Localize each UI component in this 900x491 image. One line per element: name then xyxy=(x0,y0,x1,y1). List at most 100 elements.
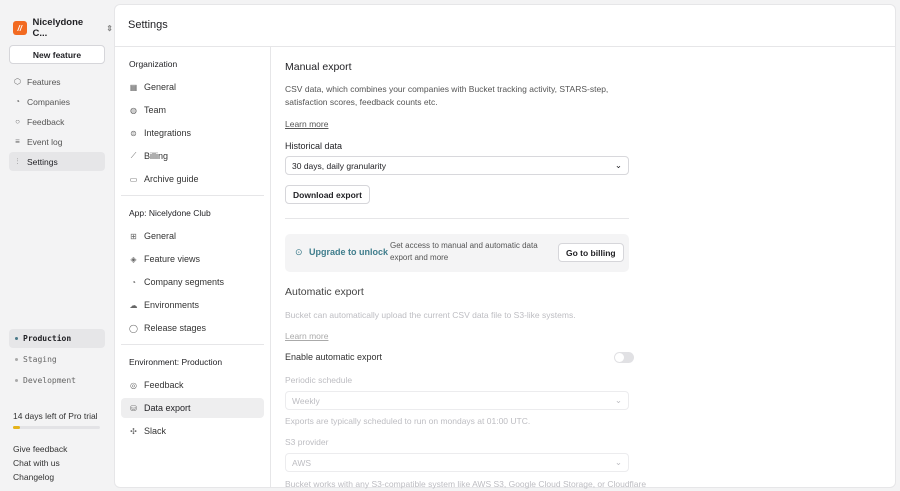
download-export-button[interactable]: Download export xyxy=(285,185,370,204)
upgrade-title: Upgrade to unlock xyxy=(309,247,389,257)
label: Billing xyxy=(144,151,169,161)
chevron-updown-icon: ⇕ xyxy=(106,23,113,33)
label: Integrations xyxy=(144,128,192,138)
automatic-export-desc: Bucket can automatically upload the curr… xyxy=(285,310,576,320)
settings-archive-guide[interactable]: ▭ Archive guide xyxy=(121,169,264,189)
pie-icon: ◔ xyxy=(131,277,136,287)
nav-companies[interactable]: ◔ Companies xyxy=(9,92,105,111)
settings-environments[interactable]: ☁ Environments xyxy=(121,295,264,315)
manual-learn-more-link[interactable]: Learn more xyxy=(285,119,328,129)
sliders-icon: ⫶ xyxy=(16,156,19,166)
settings-company-segments[interactable]: ◔ Company segments xyxy=(121,272,264,292)
settings-slack[interactable]: ✣ Slack xyxy=(121,421,264,441)
label: Feedback xyxy=(144,380,184,390)
nav-label: Features xyxy=(27,76,61,87)
sidebar: // Nicelydone C... ⇕ New feature ⬡ Features… xyxy=(0,0,113,484)
trial-text: 14 days left of Pro trial xyxy=(13,411,98,421)
settings-release-stages[interactable]: ◯ Release stages xyxy=(121,318,264,338)
settings-feedback[interactable]: ◎ Feedback xyxy=(121,375,264,395)
label: General xyxy=(144,231,177,241)
select-value: 30 days, daily granularity xyxy=(292,160,387,171)
env-dot xyxy=(15,379,18,382)
divider xyxy=(121,195,264,196)
label: General xyxy=(144,82,177,92)
pie-icon: ◔ xyxy=(15,97,20,106)
chart-icon: ⟋ xyxy=(130,151,137,160)
go-to-billing-button[interactable]: Go to billing xyxy=(558,243,624,262)
give-feedback-link[interactable]: Give feedback xyxy=(13,442,67,456)
env-staging[interactable]: Staging xyxy=(9,350,105,369)
schedule-label: Periodic schedule xyxy=(285,375,353,385)
plug-icon: ⊜ xyxy=(130,128,137,138)
env-label: Staging xyxy=(23,355,57,364)
manual-export-desc: CSV data, which combines your companies … xyxy=(285,84,609,107)
nav-label: Event log xyxy=(27,136,63,147)
chevron-down-icon: ⌄ xyxy=(614,160,622,170)
nav-event-log[interactable]: ≡ Event log xyxy=(9,132,105,151)
new-feature-button[interactable]: New feature xyxy=(9,45,105,64)
radio-icon: ◎ xyxy=(130,380,137,390)
env-production[interactable]: Production xyxy=(9,329,105,348)
provider-label: S3 provider xyxy=(285,437,329,447)
slack-icon: ✣ xyxy=(130,426,137,436)
env-development[interactable]: Development xyxy=(9,371,105,390)
package-icon: ⬡ xyxy=(14,77,21,86)
app-heading: App: Nicelydone Club xyxy=(129,208,211,218)
settings-org-general[interactable]: ▦ General xyxy=(121,77,264,97)
provider-select[interactable]: AWS ⌄ xyxy=(285,453,629,472)
nav-label: Settings xyxy=(27,156,58,167)
upgrade-desc: Get access to manual and automatic data … xyxy=(390,241,538,262)
schedule-select[interactable]: Weekly ⌄ xyxy=(285,391,629,410)
archive-icon: ▭ xyxy=(129,174,138,184)
automatic-export-title: Automatic export xyxy=(285,286,364,298)
historical-data-label: Historical data xyxy=(285,141,343,151)
enable-auto-export-toggle[interactable] xyxy=(614,352,634,363)
changelog-link[interactable]: Changelog xyxy=(13,470,67,484)
env-dot xyxy=(15,358,18,361)
settings-feature-views[interactable]: ◈ Feature views xyxy=(121,249,264,269)
chat-icon: ○ xyxy=(15,117,20,126)
org-switcher[interactable]: // Nicelydone C... ⇕ xyxy=(13,17,113,39)
org-name: Nicelydone C... xyxy=(32,17,84,39)
divider xyxy=(121,344,264,345)
nav-feedback[interactable]: ○ Feedback xyxy=(9,112,105,131)
label: Team xyxy=(144,105,167,115)
settings-integrations[interactable]: ⊜ Integrations xyxy=(121,123,264,143)
settings-team[interactable]: ◍ Team xyxy=(121,100,264,120)
settings-billing[interactable]: ⟋ Billing xyxy=(121,146,264,166)
settings-data-export[interactable]: ⛁ Data export xyxy=(121,398,264,418)
cloud-icon: ☁ xyxy=(129,300,138,310)
historical-data-select[interactable]: 30 days, daily granularity ⌄ xyxy=(285,156,629,175)
env-dot xyxy=(15,337,18,340)
upgrade-banner: ⊙ Upgrade to unlock Get access to manual… xyxy=(285,234,629,272)
label: Slack xyxy=(144,426,167,436)
label: Feature views xyxy=(144,254,201,264)
database-icon: ⛁ xyxy=(130,403,137,413)
divider xyxy=(285,218,629,219)
label: Environments xyxy=(144,300,200,310)
schedule-help: Exports are typically scheduled to run o… xyxy=(285,416,531,426)
env-heading: Environment: Production xyxy=(129,357,223,367)
label: Data export xyxy=(144,403,191,413)
org-heading: Organization xyxy=(129,59,178,69)
nav-settings[interactable]: ⫶ Settings xyxy=(9,152,105,171)
label: Archive guide xyxy=(144,174,199,184)
arrow-up-circle-icon: ⊙ xyxy=(295,247,303,257)
globe-icon: ◍ xyxy=(130,105,137,115)
page-title: Settings xyxy=(128,19,168,31)
main-panel: Settings Organization ▦ General ◍ Team ⊜ In… xyxy=(114,4,896,489)
trial-progress xyxy=(13,426,100,429)
chevron-down-icon: ⌄ xyxy=(614,395,622,405)
user-icon: ◯ xyxy=(129,323,138,333)
env-label: Production xyxy=(23,334,72,343)
nav-features[interactable]: ⬡ Features xyxy=(9,72,105,91)
grid-icon: ⊞ xyxy=(130,231,137,241)
building-icon: ▦ xyxy=(129,82,138,92)
select-value: Weekly xyxy=(292,395,320,406)
chat-link[interactable]: Chat with us xyxy=(13,456,67,470)
enable-auto-export-label: Enable automatic export xyxy=(285,352,383,362)
chevron-down-icon: ⌄ xyxy=(614,457,622,467)
auto-learn-more-link[interactable]: Learn more xyxy=(285,331,328,341)
manual-export-title: Manual export xyxy=(285,61,352,73)
settings-app-general[interactable]: ⊞ General xyxy=(121,226,264,246)
